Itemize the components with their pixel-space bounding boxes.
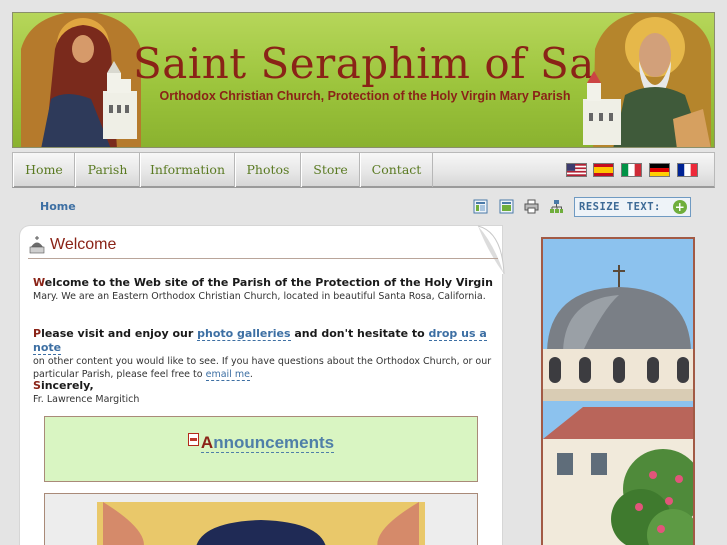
fr-flag-icon[interactable]: [677, 163, 698, 177]
site-title: Saint Seraphim of Sarov: [133, 39, 666, 88]
welcome-text: Mary. We are an Eastern Orthodox Christi…: [33, 291, 486, 302]
dropcap-s: S: [33, 379, 41, 392]
welcome-title: Welcome: [50, 236, 117, 253]
photo-galleries-link[interactable]: photo galleries: [197, 327, 291, 341]
breadcrumb-home[interactable]: Home: [40, 200, 76, 213]
visit-lead-a: lease visit and enjoy our: [41, 327, 198, 340]
featured-icon-image: [97, 502, 425, 545]
visit-text: on other content you would like to see. …: [33, 356, 492, 380]
es-flag-icon[interactable]: [593, 163, 614, 177]
resize-text-button[interactable]: RESIZE TEXT: +: [574, 197, 691, 217]
signature-name: Fr. Lawrence Margitich: [33, 394, 140, 405]
announcements-box: Announcements: [44, 416, 478, 482]
site-subtitle: Orthodox Christian Church, Protection of…: [159, 89, 571, 103]
announcements-label: nnouncements: [213, 433, 335, 452]
dropcap-p: P: [33, 327, 42, 340]
print-icon[interactable]: [524, 199, 539, 214]
sign-lead: incerely,: [40, 379, 94, 392]
it-flag-icon[interactable]: [621, 163, 642, 177]
theotokos-icon: [21, 13, 141, 147]
nav-information[interactable]: Information: [140, 153, 235, 187]
dropcap-a: A: [200, 433, 214, 452]
layout-wide-icon[interactable]: [499, 199, 514, 214]
layout-narrow-icon[interactable]: [473, 199, 488, 214]
signature: Sincerely, Fr. Lawrence Margitich: [33, 379, 493, 406]
nav-parish[interactable]: Parish: [75, 153, 140, 187]
church-dome-image: [543, 239, 693, 545]
de-flag-icon[interactable]: [649, 163, 670, 177]
nav-photos[interactable]: Photos: [235, 153, 301, 187]
church-icon: [29, 236, 45, 254]
visit-lead-b: and don't hesitate to: [290, 327, 429, 340]
pdf-icon: [187, 433, 199, 446]
announcements-link[interactable]: Announcements: [45, 433, 477, 453]
visit-paragraph: Please visit and enjoy our photo galleri…: [33, 327, 493, 381]
plus-icon[interactable]: +: [673, 200, 687, 214]
church-photo: [541, 237, 695, 545]
welcome-paragraph: Welcome to the Web site of the Parish of…: [33, 276, 493, 303]
resize-text-label: RESIZE TEXT:: [579, 201, 661, 213]
welcome-divider: [28, 258, 498, 259]
nav-home[interactable]: Home: [13, 153, 75, 187]
page-curl-decoration: [418, 225, 505, 275]
sitemap-icon[interactable]: [549, 199, 564, 214]
us-flag-icon[interactable]: [566, 163, 587, 177]
welcome-lead: elcome to the Web site of the Parish of …: [44, 276, 493, 289]
saint-seraphim-icon: [583, 13, 711, 147]
dropcap-w: W: [33, 276, 45, 289]
featured-image-box: [44, 493, 478, 545]
main-nav: Home Parish Information Photos Store Con…: [12, 152, 715, 188]
nav-store[interactable]: Store: [301, 153, 360, 187]
site-banner: Saint Seraphim of Sarov Orthodox Christi…: [12, 12, 715, 148]
nav-contact[interactable]: Contact: [360, 153, 433, 187]
